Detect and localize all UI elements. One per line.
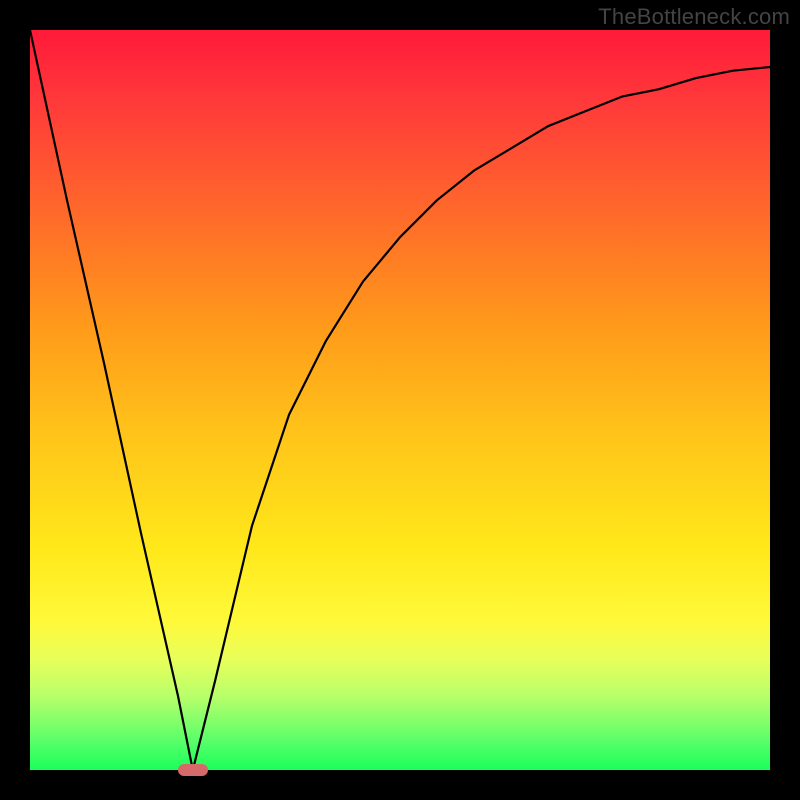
optimal-marker (178, 764, 208, 776)
bottleneck-curve (30, 30, 770, 770)
chart-frame: TheBottleneck.com (0, 0, 800, 800)
chart-plot-area (30, 30, 770, 770)
watermark-text: TheBottleneck.com (598, 4, 790, 30)
